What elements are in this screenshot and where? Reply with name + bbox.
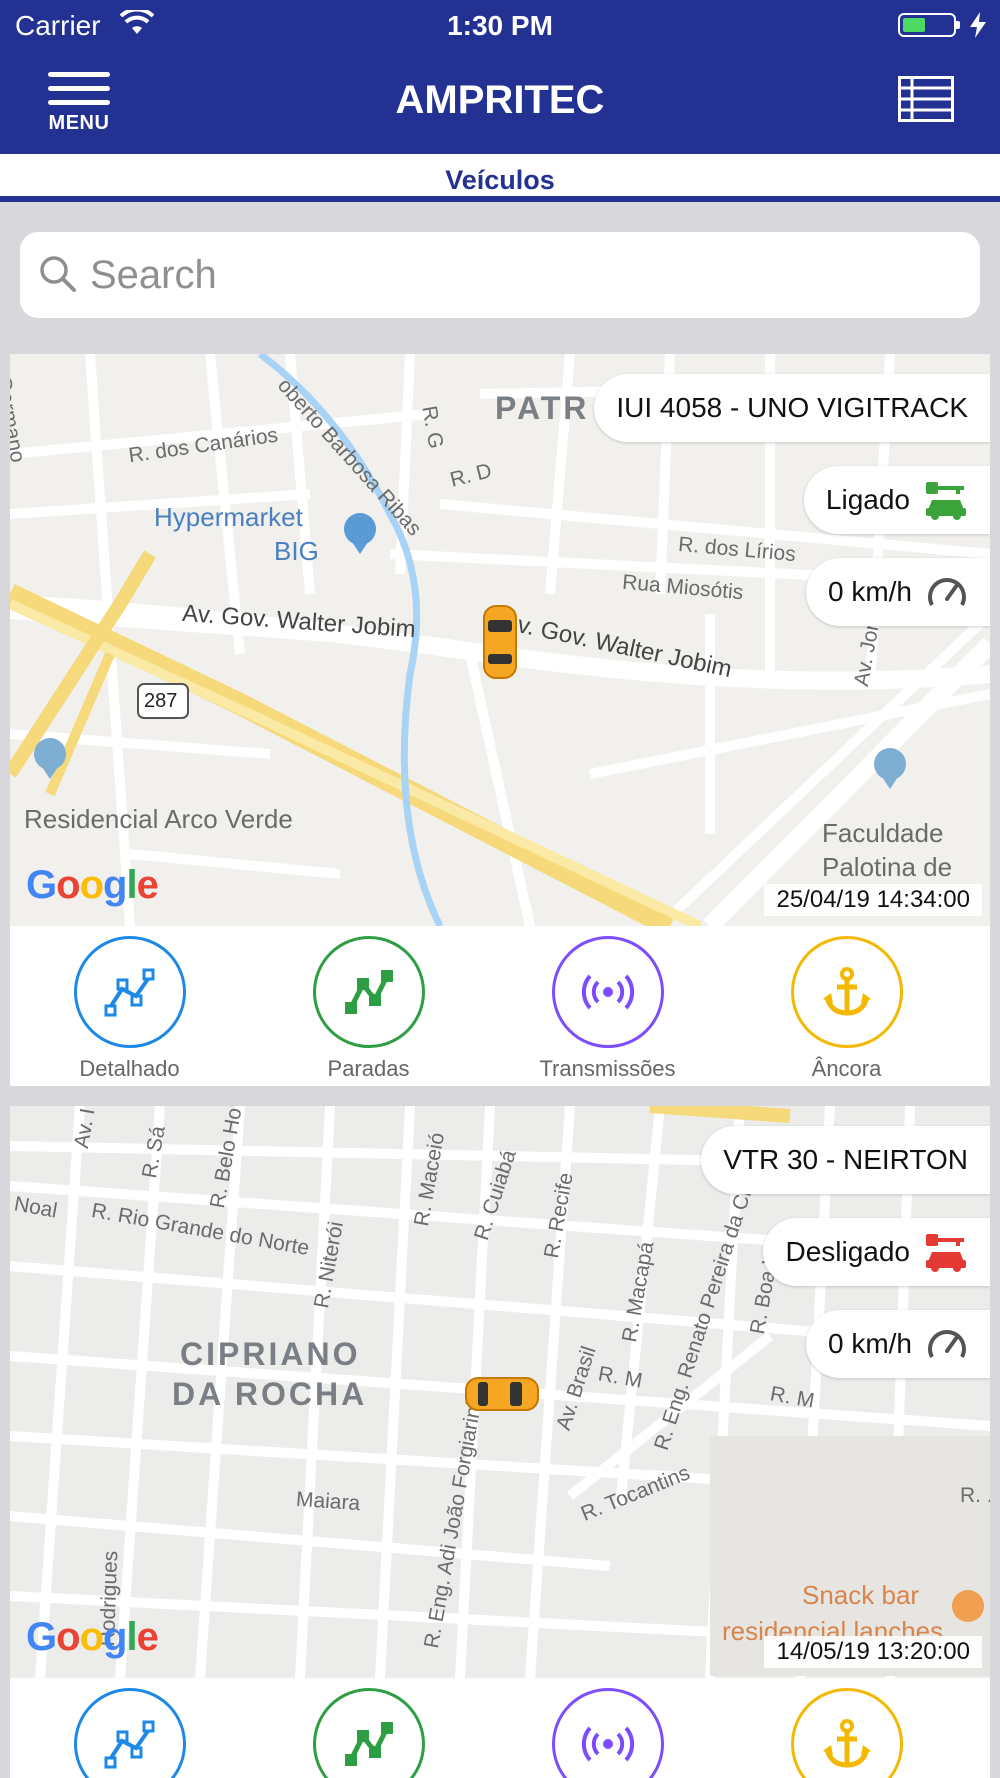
car-key-icon xyxy=(926,482,966,520)
route-stops-icon[interactable] xyxy=(313,936,425,1048)
speed-pill: 0 km/h xyxy=(805,1310,990,1378)
map-label: R. . xyxy=(960,1484,990,1507)
speedometer-icon xyxy=(928,1330,966,1358)
vehicle-map[interactable]: Germano oberto Barbosa Ribas R. dos Caná… xyxy=(10,354,990,926)
search-input[interactable] xyxy=(90,248,950,302)
car-marker[interactable] xyxy=(464,1374,540,1414)
ignition-status: Ligado xyxy=(825,484,910,515)
last-update-timestamp: 14/05/19 13:20:00 xyxy=(764,1636,982,1668)
action-label: Âncora xyxy=(811,1056,882,1081)
map-label: Snack bar xyxy=(802,1580,920,1610)
action-transmissoes[interactable]: Transmissões xyxy=(488,1678,727,1778)
action-ancora[interactable]: Âncora xyxy=(727,1678,966,1778)
anchor-icon[interactable] xyxy=(791,1688,903,1778)
app-title: AMPRITEC xyxy=(395,78,605,122)
route-detail-icon[interactable] xyxy=(74,936,186,1048)
map-label: PATR xyxy=(495,390,590,426)
map-label: Palotina de xyxy=(822,852,953,882)
vehicle-name-pill: VTR 30 - NEIRTON xyxy=(701,1126,990,1194)
speedometer-icon xyxy=(928,578,966,606)
app-header: MENU AMPRITEC xyxy=(0,50,1000,154)
map-label: DA ROCHA xyxy=(172,1376,368,1412)
ignition-status-pill: Ligado xyxy=(803,466,990,534)
speed-value: 0 km/h xyxy=(827,1328,912,1359)
route-detail-icon[interactable] xyxy=(74,1688,186,1778)
map-label: BIG xyxy=(274,536,319,566)
action-detalhado[interactable]: Detalhado xyxy=(10,926,249,1086)
map-label: CIPRIANO xyxy=(180,1336,361,1372)
charging-icon xyxy=(970,12,986,43)
action-transmissoes[interactable]: Transmissões xyxy=(488,926,727,1086)
ignition-status: Desligado xyxy=(785,1236,910,1267)
car-marker[interactable] xyxy=(480,604,520,680)
route-stops-icon[interactable] xyxy=(313,1688,425,1778)
broadcast-icon[interactable] xyxy=(552,1688,664,1778)
search-icon xyxy=(38,254,78,299)
action-paradas[interactable]: Paradas xyxy=(249,926,488,1086)
google-logo: Google xyxy=(26,1615,159,1659)
vehicle-actions: Detalhado Paradas Transmissões Âncora xyxy=(10,1678,990,1778)
anchor-icon[interactable] xyxy=(791,936,903,1048)
car-key-icon xyxy=(926,1234,966,1272)
action-paradas[interactable]: Paradas xyxy=(249,1678,488,1778)
list-icon xyxy=(898,76,954,122)
map-label: Residencial Arco Verde xyxy=(24,804,293,834)
action-label: Paradas xyxy=(327,1056,410,1081)
map-label: Faculdade xyxy=(822,818,944,848)
action-label: Transmissões xyxy=(539,1056,676,1081)
vehicle-card: Av. I Noal R. Rio Grande do Norte R. Sá … xyxy=(10,1106,990,1778)
clock: 1:30 PM xyxy=(447,10,553,41)
list-view-button[interactable] xyxy=(898,76,954,127)
vehicle-name-pill: IUI 4058 - UNO VIGITRACK xyxy=(594,374,990,442)
section-header: Veículos xyxy=(0,154,1000,202)
map-label: Maiara xyxy=(295,1487,361,1516)
search-area xyxy=(0,208,1000,342)
ignition-status-pill: Desligado xyxy=(763,1218,990,1286)
vehicle-name: VTR 30 - NEIRTON xyxy=(723,1144,968,1175)
search-bar[interactable] xyxy=(20,232,980,318)
section-title: Veículos xyxy=(445,165,555,195)
status-bar: Carrier 1:30 PM xyxy=(0,0,1000,50)
last-update-timestamp: 25/04/19 14:34:00 xyxy=(764,884,982,916)
action-ancora[interactable]: Âncora xyxy=(727,926,966,1086)
google-logo: Google xyxy=(26,863,159,907)
broadcast-icon[interactable] xyxy=(552,936,664,1048)
battery-icon xyxy=(898,13,960,37)
vehicle-name: IUI 4058 - UNO VIGITRACK xyxy=(616,392,968,423)
map-label: Hypermarket xyxy=(154,502,303,532)
action-label: Detalhado xyxy=(79,1056,180,1081)
route-shield: 287 xyxy=(144,690,178,712)
speed-pill: 0 km/h xyxy=(805,558,990,626)
action-detalhado[interactable]: Detalhado xyxy=(10,1678,249,1778)
vehicle-actions: Detalhado Paradas Transmissões Âncora xyxy=(10,926,990,1086)
vehicle-card: Germano oberto Barbosa Ribas R. dos Caná… xyxy=(10,354,990,1086)
vehicle-map[interactable]: Av. I Noal R. Rio Grande do Norte R. Sá … xyxy=(10,1106,990,1678)
speed-value: 0 km/h xyxy=(827,576,912,607)
